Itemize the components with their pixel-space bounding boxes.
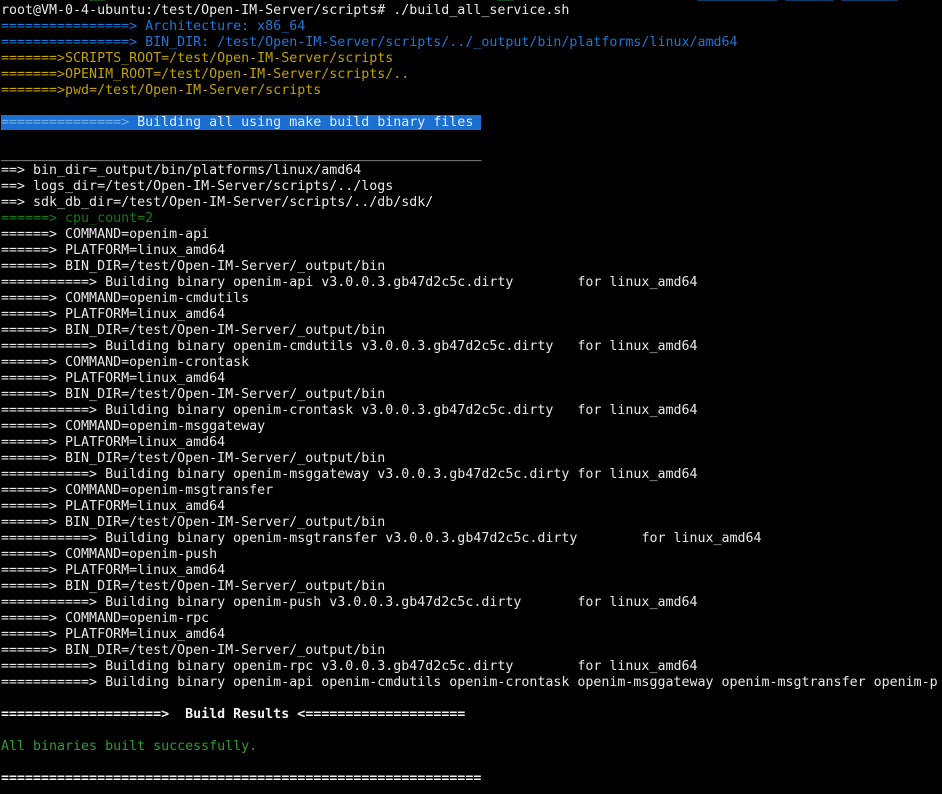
command-line: ======> COMMAND=openim-push (1, 547, 942, 563)
command-line: ======> COMMAND=openim-rpc (1, 611, 942, 627)
command-line: ======> COMMAND=openim-msggateway (1, 419, 942, 435)
command-line: ======> COMMAND=openim-api (1, 227, 942, 243)
building-binary-line: ===========> Building binary openim-msgg… (1, 467, 942, 483)
building-all-binaries-line: ===========> Building binary openim-api … (1, 675, 942, 691)
building-binary-line: ===========> Building binary openim-api … (1, 275, 942, 291)
bin-dir-line: ======> BIN_DIR=/test/Open-IM-Server/_ou… (1, 451, 942, 467)
command-line: ======> COMMAND=openim-cmdutils (1, 291, 942, 307)
building-all-banner: ===============> Building all using make… (1, 115, 942, 131)
equals-rule: ========================================… (1, 771, 942, 787)
terminal-output: __ __ __________ ______ _______root@VM-0… (1, 0, 942, 787)
platform-line: ======> PLATFORM=linux_amd64 (1, 627, 942, 643)
bindir-line: ================> BIN_DIR: /test/Open-IM… (1, 35, 942, 51)
command-line: ======> COMMAND=openim-crontask (1, 355, 942, 371)
bin-dir-line: ======> BIN_DIR=/test/Open-IM-Server/_ou… (1, 323, 942, 339)
bin-dir-line: ======> BIN_DIR=/test/Open-IM-Server/_ou… (1, 259, 942, 275)
blank-line (1, 691, 942, 707)
platform-line: ======> PLATFORM=linux_amd64 (1, 307, 942, 323)
bin-dir-line: ======> BIN_DIR=/test/Open-IM-Server/_ou… (1, 515, 942, 531)
underscore-rule: ________________________________________… (1, 147, 942, 163)
bin-dir-line: ======> BIN_DIR=/test/Open-IM-Server/_ou… (1, 643, 942, 659)
blank-line (1, 723, 942, 739)
shell-prompt-line: root@VM-0-4-ubuntu:/test/Open-IM-Server/… (1, 3, 942, 19)
command-line: ======> COMMAND=openim-msgtransfer (1, 483, 942, 499)
scripts-root-line: =======>SCRIPTS_ROOT=/test/Open-IM-Serve… (1, 51, 942, 67)
bin-dir-line: ======> BIN_DIR=/test/Open-IM-Server/_ou… (1, 579, 942, 595)
cpu-count-line: ======> cpu_count=2 (1, 211, 942, 227)
platform-line: ======> PLATFORM=linux_amd64 (1, 371, 942, 387)
building-binary-line: ===========> Building binary openim-rpc … (1, 659, 942, 675)
sdk-db-dir-var-line: ==> sdk_db_dir=/test/Open-IM-Server/scri… (1, 195, 942, 211)
pwd-line: =======>pwd=/test/Open-IM-Server/scripts (1, 83, 942, 99)
building-binary-line: ===========> Building binary openim-cron… (1, 403, 942, 419)
building-binary-line: ===========> Building binary openim-push… (1, 595, 942, 611)
blank-line (1, 131, 942, 147)
build-results-header: ====================> Build Results <===… (1, 707, 942, 723)
logs-dir-var-line: ==> logs_dir=/test/Open-IM-Server/script… (1, 179, 942, 195)
building-binary-line: ===========> Building binary openim-cmdu… (1, 339, 942, 355)
blank-line (1, 755, 942, 771)
terminal-window[interactable]: __ __ __________ ______ _______root@VM-0… (0, 0, 942, 794)
platform-line: ======> PLATFORM=linux_amd64 (1, 499, 942, 515)
building-binary-line: ===========> Building binary openim-msgt… (1, 531, 942, 547)
platform-line: ======> PLATFORM=linux_amd64 (1, 563, 942, 579)
platform-line: ======> PLATFORM=linux_amd64 (1, 243, 942, 259)
blank-line (1, 99, 942, 115)
bin-dir-var-line: ==> bin_dir=_output/bin/platforms/linux/… (1, 163, 942, 179)
bin-dir-line: ======> BIN_DIR=/test/Open-IM-Server/_ou… (1, 387, 942, 403)
platform-line: ======> PLATFORM=linux_amd64 (1, 435, 942, 451)
architecture-line: ================> Architecture: x86_64 (1, 19, 942, 35)
build-success-line: All binaries built successfully. (1, 739, 942, 755)
openim-root-line: =======>OPENIM_ROOT=/test/Open-IM-Server… (1, 67, 942, 83)
